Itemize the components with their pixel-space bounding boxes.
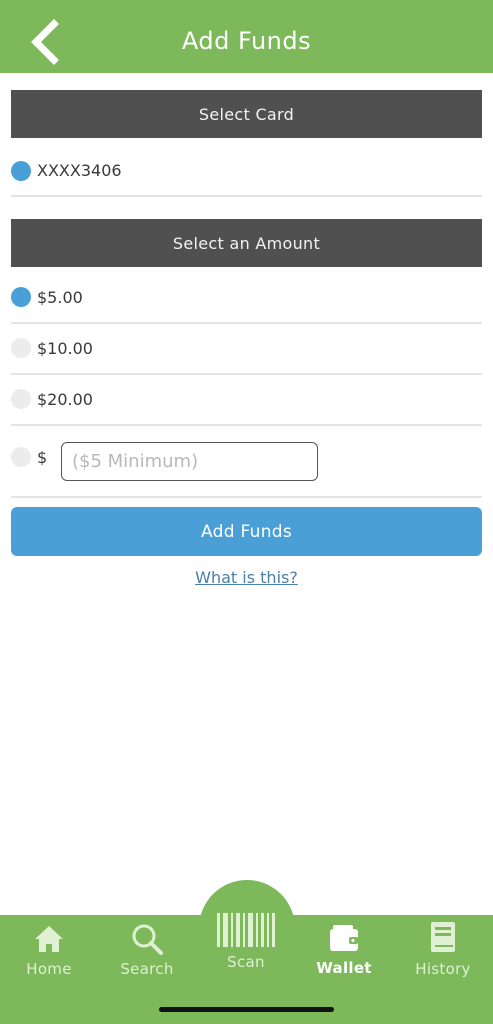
amount-option-label: $5.00 [37, 288, 83, 307]
home-indicator [159, 1007, 334, 1012]
select-card-header: Select Card [11, 90, 482, 138]
nav-label-home: Home [26, 960, 72, 978]
nav-search[interactable]: Search [98, 915, 196, 995]
nav-label-history: History [415, 960, 471, 978]
nav-history[interactable]: History [394, 915, 492, 995]
header-bar: Add Funds [0, 0, 493, 73]
page-title: Add Funds [181, 27, 312, 55]
select-amount-header: Select an Amount [11, 219, 482, 267]
amount-option-row[interactable]: $20.00 [11, 376, 482, 426]
custom-amount-row: $ [11, 442, 482, 498]
amount-radio[interactable] [11, 287, 31, 307]
app-screen: Add Funds Select Card XXXX3406 Select an… [0, 0, 493, 1024]
barcode-icon [217, 913, 275, 947]
custom-amount-radio[interactable] [11, 447, 31, 467]
amount-option-row[interactable]: $5.00 [11, 274, 482, 324]
add-funds-button[interactable]: Add Funds [11, 507, 482, 556]
nav-label-scan: Scan [227, 953, 265, 971]
nav-label-search: Search [120, 960, 174, 978]
nav-home[interactable]: Home [0, 915, 98, 995]
card-radio[interactable] [11, 161, 31, 181]
amount-radio[interactable] [11, 389, 31, 409]
nav-wallet[interactable]: Wallet [295, 915, 393, 995]
card-option-row[interactable]: XXXX3406 [11, 147, 482, 197]
amount-option-label: $20.00 [37, 390, 93, 409]
custom-amount-input[interactable] [61, 442, 318, 481]
nav-label-wallet: Wallet [316, 959, 372, 977]
search-icon [132, 924, 163, 955]
wallet-icon [330, 925, 358, 951]
nav-scan[interactable]: Scan [197, 913, 295, 995]
home-icon [35, 926, 63, 952]
amount-option-label: $10.00 [37, 339, 93, 358]
currency-symbol: $ [37, 448, 48, 467]
what-is-this-link[interactable]: What is this? [0, 568, 493, 587]
amount-radio[interactable] [11, 338, 31, 358]
amount-option-row[interactable]: $10.00 [11, 325, 482, 375]
book-icon [431, 922, 455, 952]
card-option-label: XXXX3406 [37, 161, 122, 180]
